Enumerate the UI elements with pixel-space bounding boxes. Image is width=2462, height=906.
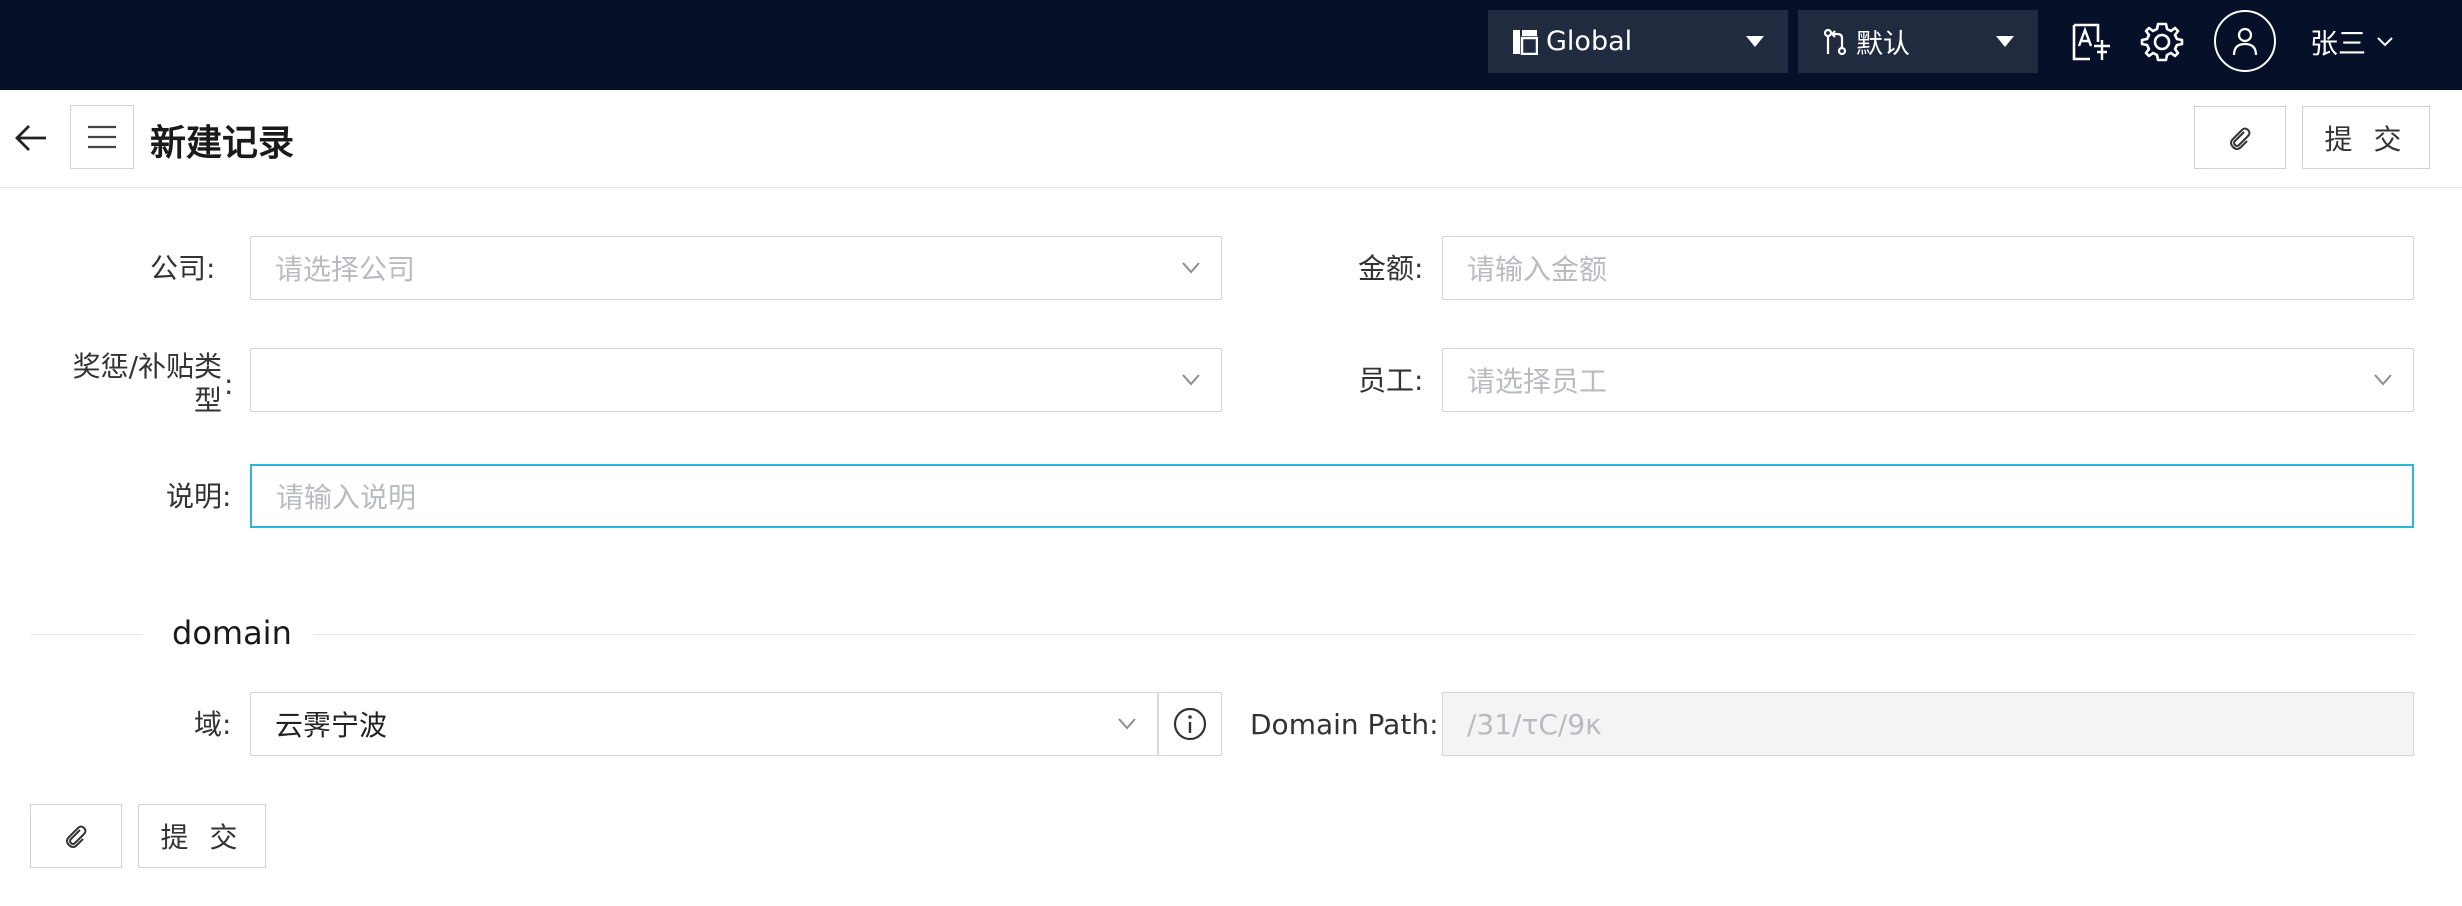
tenant-select-label: Global <box>1546 26 1633 57</box>
top-navigation-bar: Global 默认 张三 <box>0 0 2462 90</box>
section-divider <box>314 634 2414 635</box>
chevron-down-icon <box>2373 373 2393 387</box>
employee-label: 员工: <box>1358 364 1424 397</box>
paperclip-icon <box>2227 125 2253 151</box>
company-label: 公司: <box>150 252 216 285</box>
chevron-down-icon <box>1117 717 1137 731</box>
employee-select[interactable]: 请选择员工 <box>1442 348 2414 412</box>
paperclip-icon <box>63 823 89 849</box>
chevron-down-icon <box>2366 36 2394 48</box>
username-label: 张三 <box>2310 27 2367 60</box>
section-title: domain <box>172 614 292 652</box>
hamburger-icon <box>87 125 117 149</box>
description-placeholder: 请输入说明 <box>276 481 417 514</box>
user-menu[interactable]: 张三 <box>2310 22 2394 62</box>
branch-icon <box>1822 28 1848 56</box>
chevron-down-icon <box>1181 261 1201 275</box>
caret-down-icon <box>1996 36 2014 47</box>
domain-value: 云霁宁波 <box>275 709 388 742</box>
attach-button[interactable] <box>2194 106 2286 169</box>
avatar[interactable] <box>2214 10 2276 72</box>
type-select[interactable] <box>250 348 1222 412</box>
type-label: 奖惩/补贴类 型 <box>72 350 222 417</box>
page-title: 新建记录 <box>150 123 295 164</box>
company-placeholder: 请选择公司 <box>275 253 416 286</box>
company-select[interactable]: 请选择公司 <box>250 236 1222 300</box>
branch-select-label: 默认 <box>1856 29 1910 60</box>
footer-attach-button[interactable] <box>30 804 122 868</box>
branch-select[interactable]: 默认 <box>1798 10 2038 73</box>
gear-icon[interactable] <box>2140 20 2184 64</box>
layout-icon <box>1512 29 1538 55</box>
domain-path-value: /31/τC/9κ <box>1467 707 1602 741</box>
menu-button[interactable] <box>70 105 134 169</box>
submit-button[interactable]: 提 交 <box>2302 106 2430 169</box>
description-label: 说明: <box>166 480 232 513</box>
domain-info-button[interactable] <box>1158 692 1222 756</box>
section-divider <box>30 634 142 635</box>
domain-path-label: Domain Path: <box>1250 708 1439 741</box>
footer-submit-button[interactable]: 提 交 <box>138 804 266 868</box>
domain-select[interactable]: 云霁宁波 <box>250 692 1158 756</box>
amount-placeholder: 请输入金额 <box>1467 253 1608 286</box>
tenant-select[interactable]: Global <box>1488 10 1788 73</box>
type-label-colon: : <box>224 368 234 401</box>
caret-down-icon <box>1746 36 1764 47</box>
page-header: 新建记录 提 交 <box>0 90 2462 188</box>
domain-path-input: /31/τC/9κ <box>1442 692 2414 756</box>
amount-input[interactable]: 请输入金额 <box>1442 236 2414 300</box>
back-arrow-icon[interactable] <box>14 123 48 153</box>
user-icon <box>2231 26 2259 56</box>
description-input[interactable]: 请输入说明 <box>250 464 2414 528</box>
employee-placeholder: 请选择员工 <box>1467 365 1608 398</box>
info-icon <box>1173 707 1207 741</box>
chevron-down-icon <box>1181 373 1201 387</box>
amount-label: 金额: <box>1358 252 1424 285</box>
domain-label: 域: <box>194 708 232 741</box>
translate-icon[interactable] <box>2070 22 2112 62</box>
